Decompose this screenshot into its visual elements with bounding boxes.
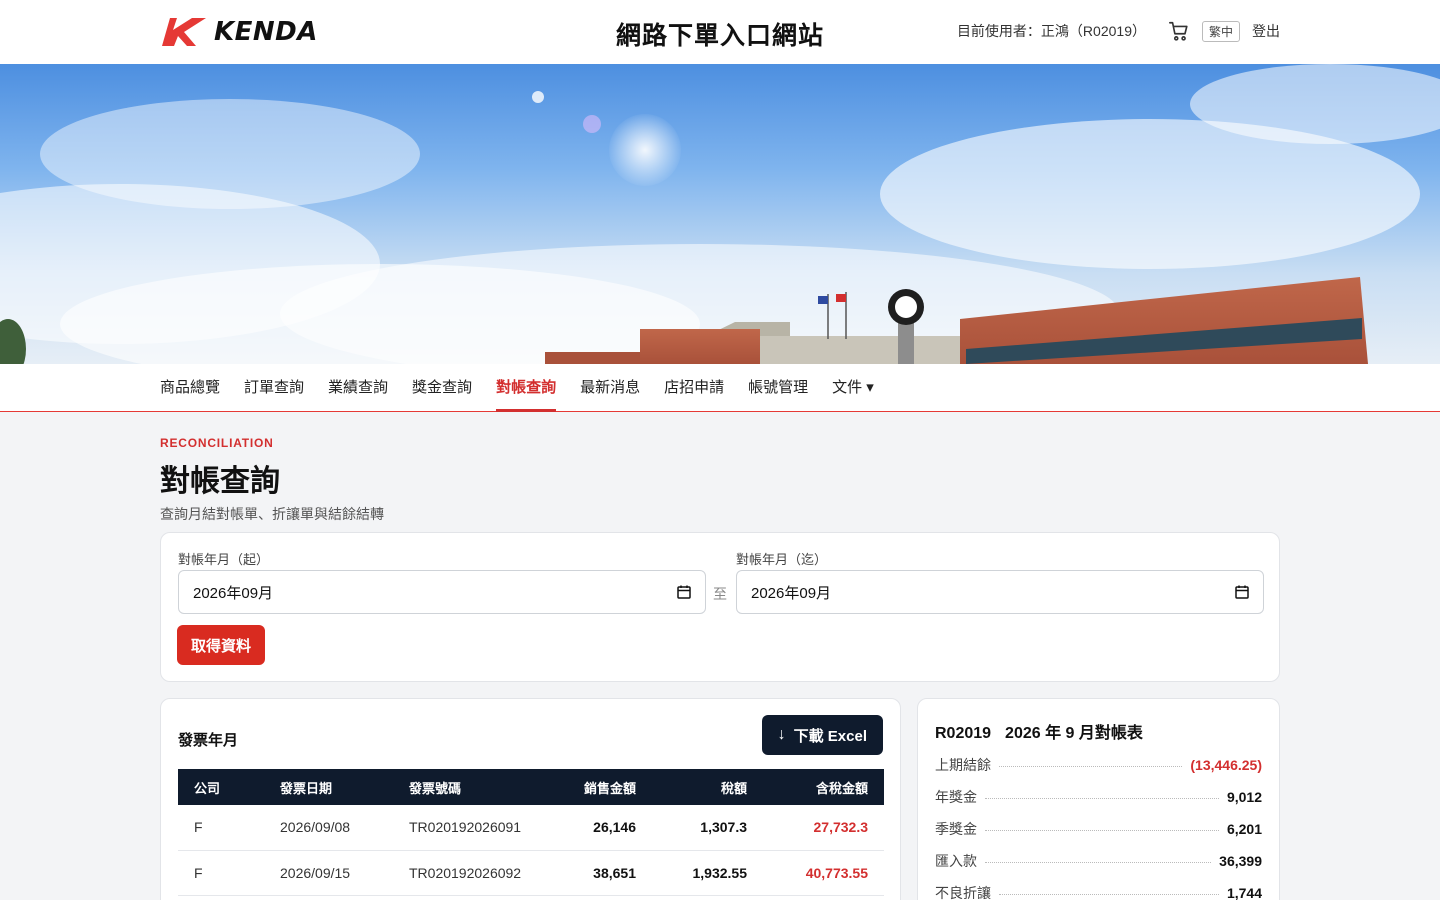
summary-value: 1,744	[1226, 885, 1262, 900]
cell-company: F	[178, 805, 264, 851]
kenda-logo[interactable]: KENDA	[160, 16, 318, 48]
summary-row-previous-balance: 上期結餘 (13,446.25)	[935, 755, 1262, 775]
summary-value: (13,446.25)	[1190, 757, 1262, 773]
calendar-icon[interactable]	[1235, 585, 1249, 599]
filter-card: 對帳年月（起） 2026年09月 至 對帳年月（迄） 2026年09月 取得資料	[160, 532, 1280, 682]
cell-company: F	[178, 850, 264, 896]
leader-dots	[985, 862, 1212, 863]
logout-link[interactable]: 登出	[1252, 21, 1280, 41]
cell-sales-amount: 38,651	[560, 850, 652, 896]
page-eyebrow: RECONCILIATION	[160, 436, 274, 450]
cell-total-with-tax: 40,773.55	[763, 850, 884, 896]
table-row[interactable]: F 2026/09/08 TR020192026091 26,146 1,307…	[178, 805, 884, 851]
column-header[interactable]: 公司	[178, 769, 264, 805]
page-heading: RECONCILIATION 對帳查詢 查詢月結對帳單、折讓單與結餘結轉	[160, 436, 384, 524]
column-header[interactable]: 發票日期	[264, 769, 393, 805]
cell-invoice-number: TR020192026091	[393, 805, 560, 851]
hero-banner	[0, 64, 1440, 364]
language-switch[interactable]: 繁中	[1201, 20, 1240, 42]
cart-icon[interactable]	[1168, 20, 1190, 42]
nav-item-performance[interactable]: 業績查詢	[328, 364, 388, 412]
cell-invoice-date: 2026/09/08	[264, 805, 393, 851]
leader-dots	[985, 798, 1219, 799]
cell-invoice-number: TR020192026092	[393, 850, 560, 896]
page-description: 查詢月結對帳單、折讓單與結餘結轉	[160, 506, 384, 522]
main-nav: 商品總覽 訂單查詢 業績查詢 獎金查詢 對帳查詢 最新消息 店招申請 帳號管理 …	[0, 364, 1440, 412]
end-month-input[interactable]: 2026年09月	[736, 570, 1264, 614]
table-row[interactable]: F 2026/09/15 TR020192026092 38,651 1,932…	[178, 850, 884, 896]
cell-tax: 1,932.55	[652, 850, 763, 896]
page-title: 對帳查詢	[160, 465, 280, 498]
summary-label: 上期結餘	[935, 757, 991, 773]
nav-item-news[interactable]: 最新消息	[580, 364, 640, 412]
invoice-section-title: 發票年月	[178, 732, 239, 749]
end-month-value: 2026年09月	[751, 584, 832, 602]
fetch-data-button[interactable]: 取得資料	[177, 625, 265, 665]
nav-item-orders[interactable]: 訂單查詢	[244, 364, 304, 412]
cell-tax: 1,307.3	[652, 805, 763, 851]
invoice-table-header: 公司 發票日期 發票號碼 銷售金額 稅額 含稅金額	[178, 769, 884, 805]
cell-sales-amount: 26,146	[560, 805, 652, 851]
header-user-area: 目前使用者：正鴻（R02019） 繁中 登出	[957, 20, 1280, 42]
summary-period-title: 2026 年 9 月對帳表	[1005, 725, 1143, 742]
column-header[interactable]: 稅額	[652, 769, 763, 805]
summary-label: 年獎金	[935, 789, 977, 805]
nav-item-reconciliation[interactable]: 對帳查詢	[496, 364, 557, 412]
leader-dots	[999, 766, 1183, 767]
leader-dots	[999, 894, 1219, 895]
top-header: KENDA 網路下單入口網站 目前使用者：正鴻（R02019） 繁中 登出	[0, 0, 1440, 64]
calendar-icon[interactable]	[677, 585, 691, 599]
nav-item-signboard[interactable]: 店招申請	[664, 364, 724, 412]
summary-value: 6,201	[1226, 821, 1262, 837]
column-header[interactable]: 銷售金額	[560, 769, 652, 805]
current-user-label: 目前使用者：正鴻（R02019）	[956, 23, 1146, 39]
reconciliation-summary-card: R02019 2026 年 9 月對帳表 上期結餘 (13,446.25) 年獎金…	[917, 698, 1280, 900]
summary-value: 9,012	[1226, 789, 1262, 805]
nav-item-account[interactable]: 帳號管理	[748, 364, 808, 412]
summary-label: 不良折讓	[935, 885, 991, 900]
end-month-label: 對帳年月（迄）	[736, 552, 828, 567]
summary-label: 季獎金	[935, 821, 977, 837]
invoice-table: 公司 發票日期 發票號碼 銷售金額 稅額 含稅金額 F 2026/09/08 T…	[178, 769, 884, 896]
summary-row-defect-allowance: 不良折讓 1,744	[935, 883, 1262, 900]
download-arrow-icon: ↓	[777, 726, 786, 743]
start-month-label: 對帳年月（起）	[178, 552, 270, 567]
summary-row-remittance: 匯入款 36,399	[935, 851, 1262, 871]
summary-row-quarterly-bonus: 季獎金 6,201	[935, 819, 1262, 839]
nav-items: 商品總覽 訂單查詢 業績查詢 獎金查詢 對帳查詢 最新消息 店招申請 帳號管理 …	[160, 364, 874, 412]
kenda-logo-icon	[162, 18, 206, 46]
summary-value: 36,399	[1219, 853, 1262, 869]
leader-dots	[985, 830, 1219, 831]
download-excel-button[interactable]: ↓ 下載 Excel	[761, 715, 883, 755]
range-separator: 至	[713, 586, 727, 602]
cell-total-with-tax: 27,732.3	[763, 805, 884, 851]
summary-account: R02019	[935, 725, 992, 742]
start-month-input[interactable]: 2026年09月	[178, 570, 706, 614]
logo-text: KENDA	[214, 17, 318, 47]
invoice-card: 發票年月 ↓ 下載 Excel 公司 發票日期 發票號碼 銷售金額 稅額 含稅金…	[160, 698, 901, 900]
summary-label: 匯入款	[935, 853, 977, 869]
cell-invoice-date: 2026/09/15	[264, 850, 393, 896]
column-header[interactable]: 含稅金額	[763, 769, 884, 805]
nav-item-documents-dropdown[interactable]: 文件 ▾	[832, 364, 874, 412]
start-month-value: 2026年09月	[193, 584, 274, 602]
download-excel-label: 下載 Excel	[793, 727, 867, 745]
nav-item-bonus[interactable]: 獎金查詢	[412, 364, 472, 412]
banner-illustration	[0, 64, 1440, 364]
nav-item-products[interactable]: 商品總覽	[160, 364, 220, 412]
summary-title: R02019 2026 年 9 月對帳表	[935, 719, 1157, 743]
summary-row-annual-bonus: 年獎金 9,012	[935, 787, 1262, 807]
column-header[interactable]: 發票號碼	[393, 769, 560, 805]
